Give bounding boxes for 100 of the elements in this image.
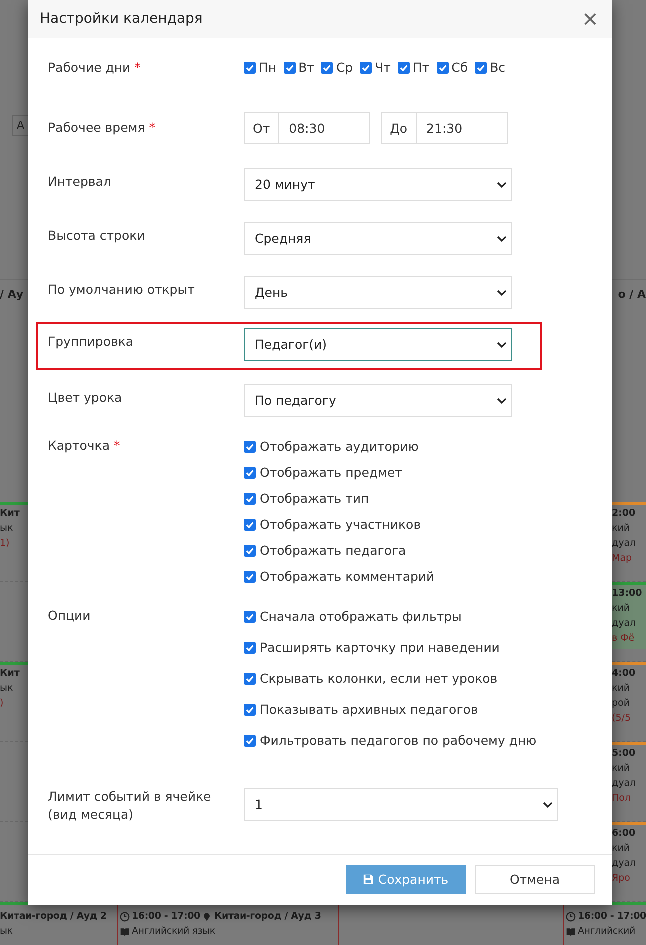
checkbox[interactable] — [244, 735, 256, 747]
checkbox[interactable] — [244, 545, 256, 557]
time-field[interactable]: 08:30 — [278, 112, 370, 144]
clock-icon — [120, 912, 130, 922]
event-text: Пол — [612, 792, 632, 806]
checkbox[interactable] — [284, 62, 296, 74]
checkbox[interactable] — [244, 493, 256, 505]
event-subject: Английский язык — [132, 925, 216, 940]
chevron-down-icon — [497, 342, 507, 348]
field-label: Цвет урока — [48, 390, 122, 405]
event-place: Китаи-город / Ауд 2 — [0, 910, 107, 924]
chevron-down-icon — [497, 398, 507, 404]
checkbox[interactable] — [360, 62, 372, 74]
event-text: (5/5 — [612, 712, 631, 726]
checkbox[interactable] — [244, 441, 256, 453]
checkbox[interactable] — [244, 467, 256, 479]
required-mark: * — [149, 120, 156, 135]
event-text: 2:00 — [612, 507, 636, 522]
select-field[interactable]: Педагог(и) — [244, 328, 512, 361]
checkbox[interactable] — [475, 62, 488, 74]
checkbox-label[interactable]: Отображать комментарий — [260, 568, 435, 586]
event-text: дуал — [612, 857, 636, 872]
event-text: в Фё — [612, 632, 635, 646]
checkbox-label[interactable]: Сначала отображать фильтры — [260, 608, 462, 626]
event-text: кий — [612, 842, 630, 856]
event-text: 13:00 — [612, 587, 642, 602]
checkbox-label[interactable]: Пт — [412, 60, 430, 75]
field-label: Рабочее время — [48, 120, 146, 135]
field-label: Группировка — [48, 334, 134, 349]
checkbox-label[interactable]: Вт — [298, 60, 314, 75]
field-label: Интервал — [48, 174, 112, 189]
column-header: / Ау — [0, 288, 24, 301]
event-time: 16:00 - 17:00 — [132, 910, 200, 924]
map-pin-icon — [202, 912, 212, 922]
event-text: 1) — [0, 537, 11, 552]
event-text: 4:00 — [612, 667, 636, 682]
field-label: Лимит событий в ячейке (вид месяца) — [48, 788, 212, 824]
cancel-button[interactable]: Отмена — [475, 864, 595, 894]
checkbox-label[interactable]: Расширять карточку при наведении — [260, 639, 500, 657]
field-label: По умолчанию открыт — [48, 282, 195, 297]
event-text: дуал — [612, 617, 636, 632]
select-field[interactable]: 1 — [244, 788, 558, 821]
checkbox[interactable] — [244, 673, 256, 685]
event-text: кий — [612, 762, 630, 776]
checkbox[interactable] — [244, 611, 256, 623]
required-mark: * — [134, 60, 141, 75]
checkbox-label[interactable]: Отображать тип — [260, 490, 370, 508]
event-text: ык — [0, 522, 14, 536]
checkbox-label[interactable]: Чт — [375, 60, 391, 75]
event-text: ) — [0, 697, 5, 712]
time-addon: До — [381, 112, 416, 144]
field-label: Рабочие дни — [48, 60, 131, 75]
checkbox[interactable] — [244, 642, 256, 654]
checkbox-label[interactable]: Показывать архивных педагогов — [260, 701, 478, 719]
checkbox[interactable] — [398, 62, 410, 74]
event-text: кий — [612, 602, 630, 616]
select-field[interactable]: День — [244, 276, 512, 309]
event-text: дуал — [612, 537, 636, 552]
event-text: ык — [0, 682, 14, 696]
event-text: кий — [612, 522, 630, 536]
checkbox-label[interactable]: Сб — [452, 60, 468, 75]
checkbox-label[interactable]: Отображать предмет — [260, 464, 402, 482]
select-field[interactable]: Средняя — [244, 222, 512, 255]
checkbox-label[interactable]: Вс — [490, 60, 506, 75]
checkbox[interactable] — [244, 62, 256, 74]
dialog-title: Настройки календаря — [40, 11, 203, 27]
event-text: Кит — [0, 667, 21, 682]
column-header: о / А — [618, 288, 646, 301]
checkbox-label[interactable]: Ср — [336, 60, 354, 75]
event-text: Яро — [612, 872, 630, 886]
checkbox-label[interactable]: Отображать аудиторию — [260, 438, 419, 456]
checkbox[interactable] — [436, 62, 449, 74]
checkbox[interactable] — [244, 704, 256, 716]
event-card[interactable]: 13:00 кий дуал в Фё — [612, 582, 646, 650]
checkbox[interactable] — [321, 62, 334, 74]
checkbox[interactable] — [244, 519, 256, 531]
chevron-down-icon — [497, 182, 507, 188]
checkbox-label[interactable]: Отображать участников — [260, 516, 422, 534]
close-button[interactable]: × — [582, 6, 598, 32]
select-field[interactable]: По педагогу — [244, 384, 512, 417]
field-label: Карточка — [48, 438, 110, 453]
event-text: дуал — [612, 777, 636, 792]
checkbox-label[interactable]: Скрывать колонки, если нет уроков — [260, 670, 498, 688]
event-text: Мар — [612, 552, 632, 566]
event-place: Китаи-город / Ауд 3 — [214, 910, 322, 924]
chevron-down-icon — [497, 236, 507, 242]
event-subject: ык — [0, 925, 13, 940]
select-field[interactable]: 20 минут — [244, 168, 512, 201]
checkbox-label[interactable]: Пн — [259, 60, 277, 75]
event-text: Кит — [0, 507, 21, 522]
clock-icon — [566, 912, 576, 922]
required-mark: * — [114, 438, 120, 453]
time-field[interactable]: 21:30 — [416, 112, 508, 144]
checkbox-label[interactable]: Фильтровать педагогов по рабочему дню — [260, 732, 537, 750]
event-subject: Английский — [578, 925, 636, 940]
checkbox[interactable] — [244, 571, 256, 583]
event-time: 16:00 - 17:00 — [578, 910, 646, 924]
book-icon — [120, 926, 130, 937]
checkbox-label[interactable]: Отображать педагога — [260, 542, 406, 560]
event-text: кий — [612, 682, 630, 696]
